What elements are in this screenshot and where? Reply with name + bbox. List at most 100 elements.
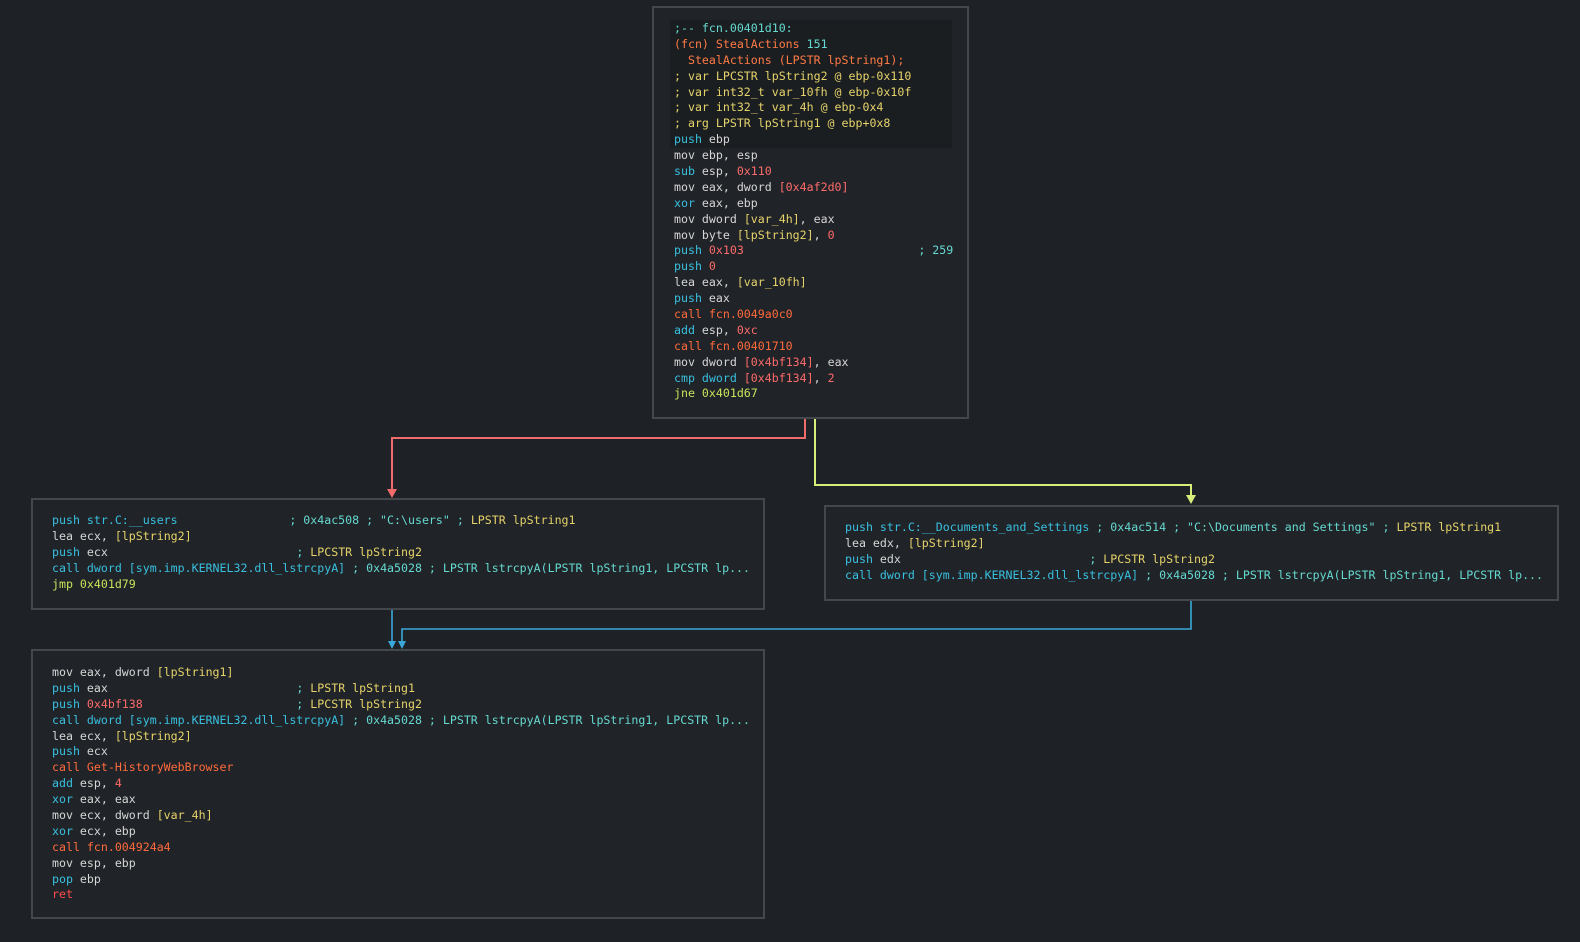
asm-token: LPSTR lpString1 bbox=[310, 680, 415, 695]
asm-line[interactable]: pop ebp bbox=[52, 872, 750, 888]
basic-block-entry[interactable]: ;-- fcn.00401d10: (fcn) StealActions 151 … bbox=[652, 6, 969, 419]
asm-token: ; 0x4a5028 ; LPSTR lstrcpyA(LPSTR lpStri… bbox=[345, 712, 751, 727]
asm-token: push str.C:__users bbox=[52, 513, 178, 527]
asm-line[interactable]: call fcn.0049a0c0 bbox=[674, 307, 953, 323]
asm-token: [var_10fh] bbox=[736, 275, 807, 290]
basic-block-documents-and-settings[interactable]: push str.C:__Documents_and_Settings ; 0x… bbox=[824, 505, 1559, 601]
asm-token: ; var int32_t var_4h @ ebp-0x4 bbox=[674, 100, 884, 115]
asm-token: [0x4af2d0] bbox=[778, 179, 849, 194]
asm-token: mov byte bbox=[674, 227, 737, 242]
asm-line[interactable]: push ecx bbox=[52, 744, 750, 760]
asm-token: add bbox=[52, 776, 80, 791]
asm-line[interactable]: ret bbox=[52, 887, 750, 903]
asm-token: edx bbox=[879, 551, 901, 566]
asm-token: [sym.imp.KERNEL32.dll_lstrcpyA] bbox=[128, 712, 346, 727]
asm-line[interactable]: push str.C:__Documents_and_Settings ; 0x… bbox=[845, 520, 1543, 536]
asm-token: cmp dword bbox=[674, 370, 744, 385]
asm-token: push bbox=[52, 544, 87, 559]
asm-line[interactable]: ; var int32_t var_4h @ ebp-0x4 bbox=[674, 100, 953, 116]
asm-line[interactable]: lea ecx, [lpString2] bbox=[52, 729, 750, 745]
asm-token: jmp 0x401d79 bbox=[52, 576, 136, 591]
asm-token: 151 bbox=[806, 36, 828, 51]
asm-token: call Get-HistoryWebBrowser bbox=[52, 760, 234, 775]
asm-line[interactable]: mov dword [0x4bf134], eax bbox=[674, 355, 953, 371]
asm-line[interactable]: cmp dword [0x4bf134], 2 bbox=[674, 371, 953, 387]
asm-line[interactable]: push 0x103 ; 259 bbox=[674, 243, 953, 259]
asm-line[interactable]: add esp, 4 bbox=[52, 776, 750, 792]
control-flow-graph[interactable]: ;-- fcn.00401d10: (fcn) StealActions 151 … bbox=[0, 0, 1580, 942]
asm-token: 0x110 bbox=[736, 164, 772, 179]
asm-line[interactable]: mov dword [var_4h], eax bbox=[674, 212, 953, 228]
asm-token: 0x103 bbox=[708, 243, 744, 258]
asm-line[interactable]: ; arg LPSTR lpString1 @ ebp+0x8 bbox=[674, 116, 953, 132]
asm-line[interactable]: lea ecx, [lpString2] bbox=[52, 529, 750, 545]
asm-token: lea ecx, bbox=[52, 728, 115, 743]
basic-block-users[interactable]: push str.C:__users ; 0x4ac508 ; "C:\user… bbox=[31, 498, 765, 610]
asm-token: ; 0x4ac508 ; "C:\users" ; bbox=[177, 513, 471, 527]
asm-token: push bbox=[52, 696, 87, 711]
edge-docs-to-final-arrow bbox=[398, 641, 406, 649]
asm-line[interactable]: add esp, 0xc bbox=[674, 323, 953, 339]
asm-token: ebp bbox=[708, 132, 730, 147]
asm-line[interactable]: (fcn) StealActions 151 bbox=[674, 37, 953, 53]
asm-line[interactable]: lea eax, [var_10fh] bbox=[674, 275, 953, 291]
asm-token: xor bbox=[674, 195, 702, 210]
asm-token: LPCSTR lpString2 bbox=[1103, 551, 1215, 566]
asm-line[interactable]: ;-- fcn.00401d10: bbox=[674, 21, 953, 37]
asm-token: (fcn) StealActions bbox=[674, 36, 807, 51]
asm-token: [lpString2] bbox=[907, 535, 985, 550]
asm-line[interactable]: StealActions (LPSTR lpString1); bbox=[674, 53, 953, 69]
asm-line[interactable]: mov ecx, dword [var_4h] bbox=[52, 808, 750, 824]
asm-line[interactable]: xor eax, ebp bbox=[674, 196, 953, 212]
asm-line[interactable]: ; var LPCSTR lpString2 @ ebp-0x110 bbox=[674, 69, 953, 85]
asm-line[interactable]: call dword [sym.imp.KERNEL32.dll_lstrcpy… bbox=[845, 568, 1543, 584]
asm-line[interactable]: jmp 0x401d79 bbox=[52, 577, 750, 593]
asm-line[interactable]: mov eax, dword [lpString1] bbox=[52, 665, 750, 681]
asm-line[interactable]: call dword [sym.imp.KERNEL32.dll_lstrcpy… bbox=[52, 713, 750, 729]
asm-token: 0x4bf138 bbox=[86, 696, 143, 711]
asm-token: , bbox=[813, 370, 828, 385]
asm-line[interactable]: push ebp bbox=[674, 132, 953, 148]
asm-line[interactable]: mov ebp, esp bbox=[674, 148, 953, 164]
asm-token: ; var LPCSTR lpString2 @ ebp-0x110 bbox=[674, 68, 912, 83]
asm-line[interactable]: mov esp, ebp bbox=[52, 856, 750, 872]
asm-line[interactable]: push eax bbox=[674, 291, 953, 307]
asm-token: sub bbox=[674, 164, 702, 179]
asm-token: xor bbox=[52, 823, 80, 838]
asm-token: LPCSTR lpString2 bbox=[310, 696, 422, 711]
asm-line[interactable]: xor ecx, ebp bbox=[52, 824, 750, 840]
asm-line[interactable]: lea edx, [lpString2] bbox=[845, 536, 1543, 552]
asm-token: call dword bbox=[845, 567, 922, 582]
edge-entry-to-users-arrow bbox=[387, 489, 397, 498]
asm-token: ; arg LPSTR lpString1 @ ebp+0x8 bbox=[674, 116, 891, 131]
asm-line[interactable]: push str.C:__users ; 0x4ac508 ; "C:\user… bbox=[52, 513, 750, 529]
asm-token: call fcn.0049a0c0 bbox=[674, 307, 793, 322]
asm-line[interactable]: mov eax, dword [0x4af2d0] bbox=[674, 180, 953, 196]
asm-token: ecx bbox=[86, 744, 108, 759]
asm-line[interactable]: push 0x4bf138 ; LPCSTR lpString2 bbox=[52, 697, 750, 713]
asm-line[interactable]: push 0 bbox=[674, 259, 953, 275]
asm-token: [sym.imp.KERNEL32.dll_lstrcpyA] bbox=[128, 560, 346, 575]
asm-line[interactable]: ; var int32_t var_10fh @ ebp-0x10f bbox=[674, 85, 953, 101]
asm-token: push bbox=[52, 744, 87, 759]
asm-token: LPSTR lpString1 bbox=[1396, 520, 1502, 534]
asm-token: lea edx, bbox=[845, 535, 908, 550]
asm-line[interactable]: call dword [sym.imp.KERNEL32.dll_lstrcpy… bbox=[52, 561, 750, 577]
asm-token: mov esp, ebp bbox=[52, 855, 136, 870]
asm-line[interactable]: call fcn.00401710 bbox=[674, 339, 953, 355]
asm-line[interactable]: mov byte [lpString2], 0 bbox=[674, 228, 953, 244]
asm-token: eax, eax bbox=[79, 792, 136, 807]
asm-line[interactable]: sub esp, 0x110 bbox=[674, 164, 953, 180]
asm-line[interactable]: push eax ; LPSTR lpString1 bbox=[52, 681, 750, 697]
asm-token: push bbox=[674, 259, 709, 274]
asm-token: 0 bbox=[708, 259, 716, 274]
asm-line[interactable]: call Get-HistoryWebBrowser bbox=[52, 760, 750, 776]
asm-line[interactable]: push edx ; LPCSTR lpString2 bbox=[845, 552, 1543, 568]
asm-token: mov ebp, esp bbox=[674, 148, 758, 163]
asm-line[interactable]: jne 0x401d67 bbox=[674, 386, 953, 402]
asm-line[interactable]: call fcn.004924a4 bbox=[52, 840, 750, 856]
asm-line[interactable]: xor eax, eax bbox=[52, 792, 750, 808]
basic-block-final[interactable]: mov eax, dword [lpString1] push eax ; LPS… bbox=[31, 649, 765, 919]
edge-users-to-final-arrow bbox=[388, 641, 396, 649]
asm-line[interactable]: push ecx ; LPCSTR lpString2 bbox=[52, 545, 750, 561]
